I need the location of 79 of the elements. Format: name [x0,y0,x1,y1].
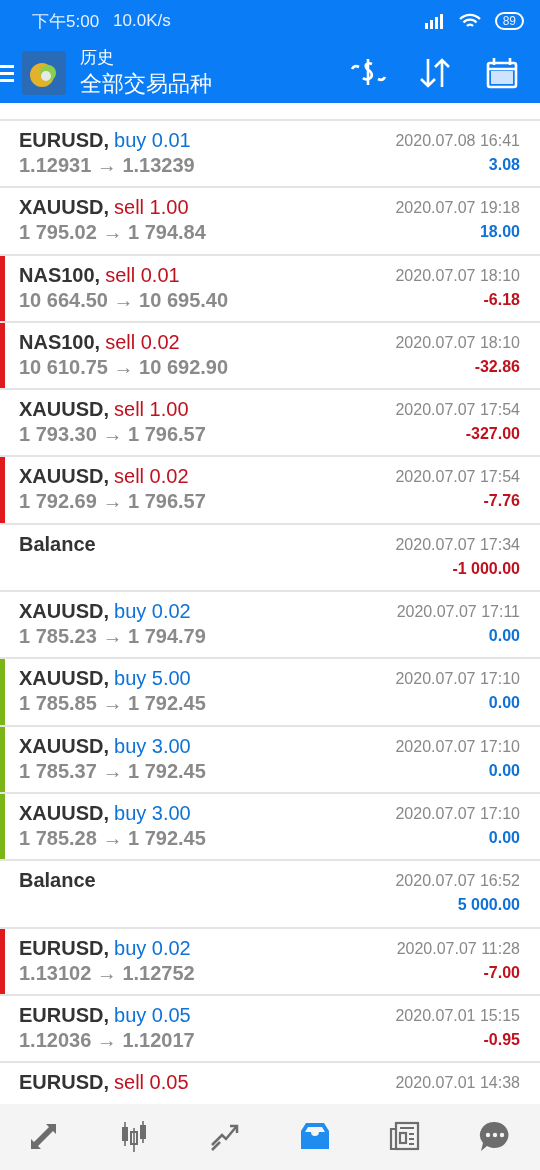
profit-value: 18.00 [479,223,520,242]
symbol-label: XAUUSD, [19,398,109,422]
sort-icon[interactable] [418,56,452,89]
symbol-label: EURUSD, [19,1003,109,1027]
order-side: sell 0.01 [105,263,180,287]
price-range: 1 785.85 → 1 792.45 [19,692,206,716]
order-side: buy 3.00 [114,734,191,758]
symbol-label: NAS100, [19,263,101,287]
order-side: sell 1.00 [114,398,189,422]
price-range: 1 792.69 → 1 796.57 [19,490,206,514]
price-range: 1.12036 → 1.12017 [19,1028,195,1052]
order-side: buy 0.02 [114,936,191,960]
symbol-label: NAS100, [19,330,101,354]
order-side: sell 0.02 [105,330,180,354]
order-side: sell 1.00 [114,196,189,220]
trade-date: 2020.07.07 17:34 [395,535,520,554]
app-logo-icon [22,50,66,95]
symbol-label: Balance [19,532,96,556]
trade-date: 2020.07.07 19:18 [395,199,520,218]
trade-date: 2020.07.01 14:38 [395,1074,520,1093]
order-side: buy 0.05 [114,1003,191,1027]
order-side: buy 0.01 [114,129,191,152]
symbol-label: XAUUSD, [19,734,109,758]
trade-date: 2020.07.07 17:10 [395,804,520,823]
trade-date: 2020.07.07 18:10 [395,266,520,285]
price-range: 10 610.75 → 10 692.90 [19,355,229,379]
calendar-icon[interactable] [486,56,518,89]
trade-date: 2020.07.07 17:54 [395,468,520,487]
order-side: sell 0.02 [114,465,189,489]
symbol-label: XAUUSD, [19,196,109,220]
profit-value: -327.00 [465,425,520,444]
profit-value: -0.95 [483,1030,520,1049]
price-range: 1 795.02 → 1 794.84 [19,221,206,245]
profit-value: -7.76 [483,492,520,511]
trade-date: 2020.07.08 16:41 [395,132,520,150]
symbol-label: XAUUSD, [19,465,109,489]
profit-value: 0.00 [488,761,520,780]
profit-value: 0.00 [488,627,520,646]
price-range: 1 785.28 → 1 792.45 [19,826,206,850]
status-time: 下午5:00 [32,10,100,33]
price-range: 1.12931 → 1.13239 [19,154,195,177]
profit-value: -6.18 [483,290,520,309]
symbol-label: EURUSD, [19,129,109,152]
menu-icon[interactable] [0,63,14,82]
battery-indicator: 89 [494,12,524,30]
price-range: 10 664.50 → 10 695.40 [19,288,229,312]
trade-date: 2020.07.07 17:11 [396,603,520,622]
screen-title: 历史 [80,47,115,69]
profit-value: 3.08 [488,156,520,174]
profit-value: -32.86 [474,357,520,376]
signal-icon [422,13,445,29]
symbol-label: XAUUSD, [19,600,109,624]
trade-date: 2020.07.01 15:15 [395,1006,520,1025]
order-side: buy 3.00 [114,801,191,825]
symbol-label: XAUUSD, [19,801,109,825]
profit-value: -7.00 [483,963,520,982]
network-speed: 10.0K/s [113,11,171,31]
profit-value: 5 000.00 [457,896,520,915]
symbol-label: XAUUSD, [19,667,109,691]
price-range: 1.13102 → 1.12752 [19,961,195,985]
trade-date: 2020.07.07 11:28 [396,939,520,958]
price-range: 1 785.23 → 1 794.79 [19,625,206,649]
symbol-label: EURUSD, [19,936,109,960]
symbol-label: EURUSD, [19,1071,109,1095]
price-range: 1 793.30 → 1 796.57 [19,423,206,447]
trade-date: 2020.07.07 17:10 [395,737,520,756]
order-side: sell 0.05 [114,1071,189,1095]
symbol-label: Balance [19,869,96,893]
trade-date: 2020.07.07 16:52 [395,872,520,891]
profit-value: -1 000.00 [452,559,520,578]
trade-date: 2020.07.07 18:10 [395,333,520,352]
profit-value: 0.00 [488,828,520,847]
trade-date: 2020.07.07 17:10 [395,670,520,689]
price-range: 1 785.37 → 1 792.45 [19,759,206,783]
trade-date: 2020.07.07 17:54 [395,401,520,420]
profit-value: 0.00 [488,694,520,713]
order-side: buy 0.02 [114,600,191,624]
order-side: buy 5.00 [114,667,191,691]
symbol-filter[interactable]: 全部交易品种 [80,69,350,99]
